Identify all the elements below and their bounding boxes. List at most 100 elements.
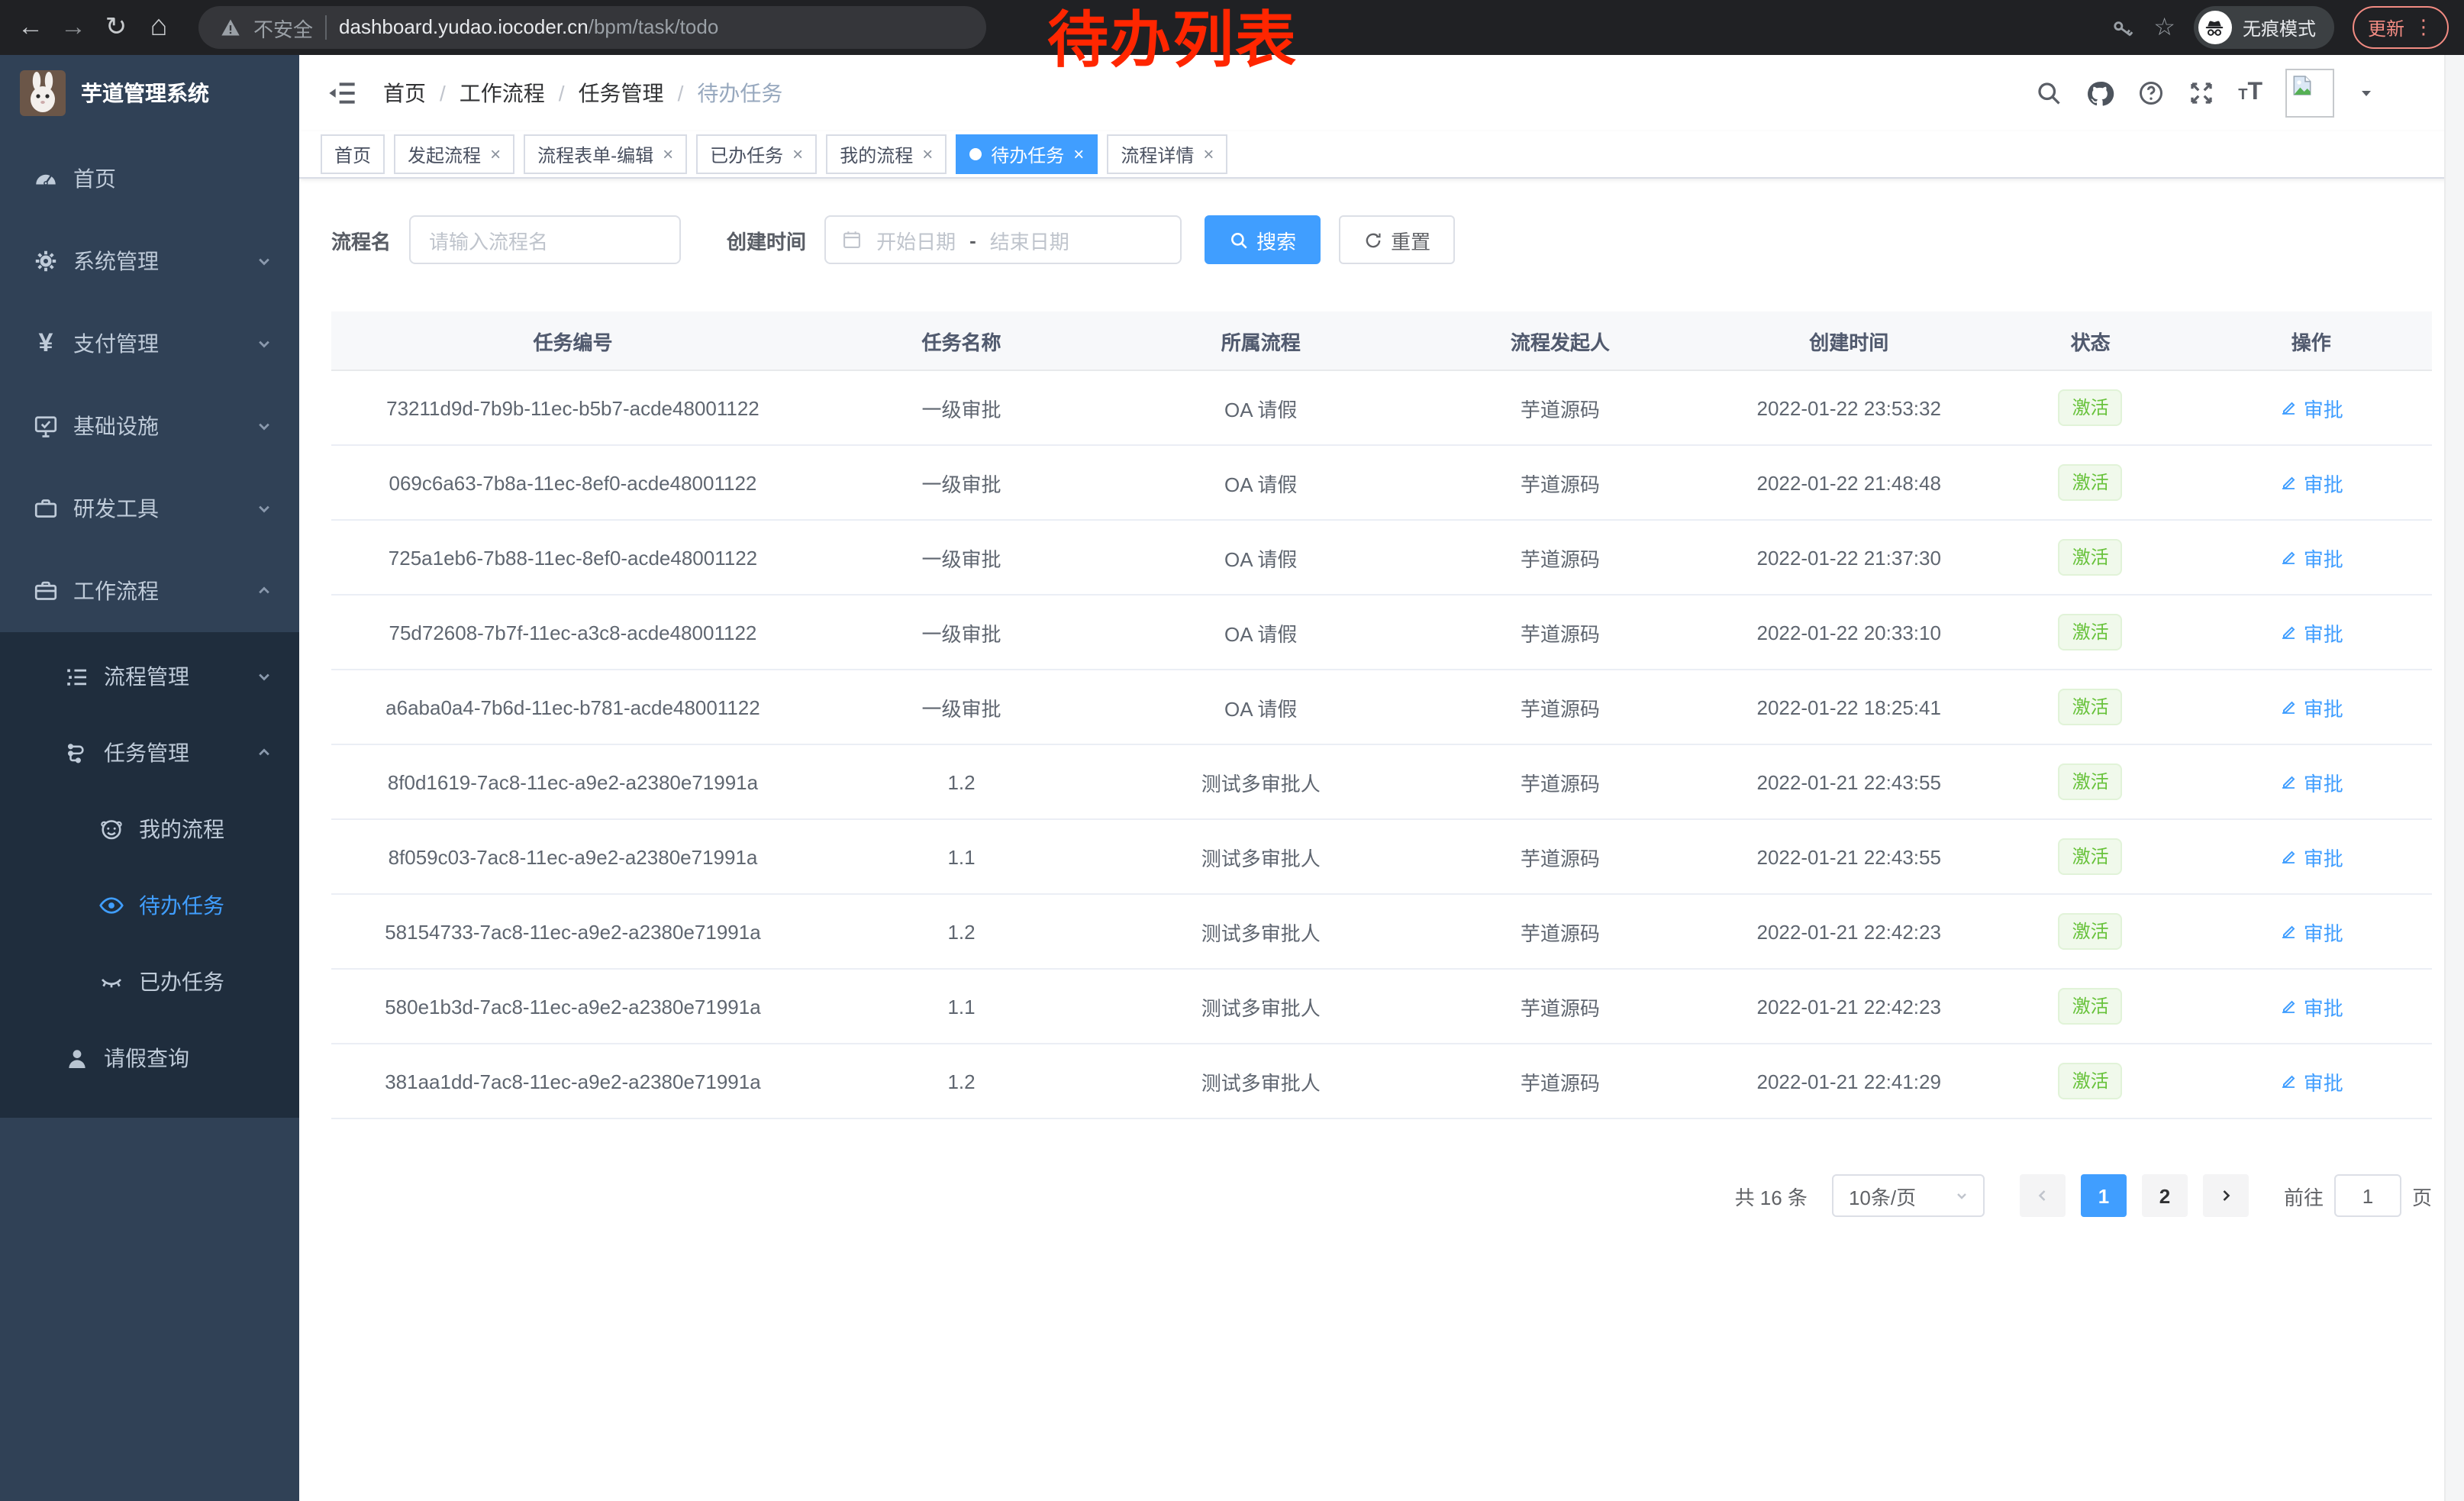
chevron-down-icon [253,415,275,437]
approve-link[interactable]: 审批 [2279,543,2343,572]
approve-link[interactable]: 审批 [2279,1067,2343,1096]
approve-link[interactable]: 审批 [2279,692,2343,721]
status-badge: 激活 [2059,763,2123,800]
sidebar-item-system[interactable]: 系统管理 [0,220,299,302]
logo-avatar [20,70,66,116]
edit-icon [2279,847,2298,866]
sidebar-item-leave-query[interactable]: 请假查询 [0,1020,299,1096]
task-name-cell: 1.1 [814,969,1108,1044]
date-range-picker[interactable]: 开始日期 - 结束日期 [824,215,1182,264]
approve-link[interactable]: 审批 [2279,992,2343,1021]
tab-process-detail[interactable]: 流程详情× [1107,134,1227,174]
list-tree-icon [64,663,90,689]
goto-unit: 页 [2412,1181,2432,1210]
task-id-cell: 8f059c03-7ac8-11ec-a9e2-a2380e71991a [331,819,814,894]
calendar-icon [841,229,863,250]
create-time-cell: 2022-01-21 22:42:23 [1707,894,1991,969]
close-icon[interactable]: × [792,145,803,163]
process-cell: 测试多审批人 [1108,819,1413,894]
status-badge: 激活 [2059,464,2123,501]
close-icon[interactable]: × [922,145,933,163]
face-icon [98,815,125,843]
page-size-select[interactable]: 10条/页 [1832,1174,1985,1217]
browser-forward-icon[interactable]: → [52,12,95,43]
col-create-time: 创建时间 [1707,311,1991,370]
sidebar-collapse-icon[interactable] [327,78,357,108]
close-icon[interactable]: × [1073,145,1084,163]
tab-home[interactable]: 首页 [321,134,385,174]
close-icon[interactable]: × [663,145,673,163]
sidebar-item-process-mgmt[interactable]: 流程管理 [0,638,299,715]
fullscreen-icon[interactable] [2188,79,2215,107]
app-logo: 芋道管理系统 [0,55,299,131]
sidebar-item-devtools[interactable]: 研发工具 [0,467,299,550]
sidebar-item-label: 支付管理 [73,328,159,359]
bookmark-star-icon[interactable]: ☆ [2153,12,2175,43]
close-icon[interactable]: × [490,145,501,163]
status-badge: 激活 [2059,614,2123,650]
search-icon[interactable] [2035,79,2062,107]
page-button-2[interactable]: 2 [2142,1174,2188,1217]
sidebar-item-workflow[interactable]: 工作流程 [0,550,299,632]
sidebar-item-task-mgmt[interactable]: 任务管理 [0,715,299,791]
reset-button[interactable]: 重置 [1339,215,1455,264]
page-button-1[interactable]: 1 [2081,1174,2127,1217]
github-icon[interactable] [2085,79,2114,108]
end-date-placeholder: 结束日期 [990,225,1069,254]
sidebar-item-label: 系统管理 [73,246,159,276]
table-row: a6aba0a4-7b6d-11ec-b781-acde48001122 一级审… [331,670,2432,744]
sidebar-item-payment[interactable]: ¥ 支付管理 [0,302,299,385]
chevron-down-icon [253,498,275,519]
approve-link[interactable]: 审批 [2279,393,2343,422]
sidebar-item-infra[interactable]: 基础设施 [0,385,299,467]
avatar[interactable] [2285,69,2334,118]
browser-home-icon[interactable]: ⌂ [137,11,180,44]
starter-cell: 芋道源码 [1413,1044,1707,1118]
tab-start-process[interactable]: 发起流程× [394,134,514,174]
status-badge: 激活 [2059,539,2123,576]
create-time-cell: 2022-01-22 21:48:48 [1707,445,1991,520]
approve-link[interactable]: 审批 [2279,917,2343,946]
scrollbar[interactable] [2444,55,2464,1501]
warning-icon [220,17,241,38]
breadcrumb-task-mgmt[interactable]: 任务管理 [579,78,664,108]
breadcrumb-home[interactable]: 首页 [383,78,426,108]
tab-form-edit[interactable]: 流程表单-编辑× [524,134,687,174]
approve-link[interactable]: 审批 [2279,767,2343,796]
page-content: 流程名 请输入流程名 创建时间 开始日期 - 结束日期 搜索 重置 [299,179,2464,1217]
security-label: 不安全 [253,13,313,42]
address-bar[interactable]: 不安全 dashboard.yudao.iocoder.cn/bpm/task/… [198,6,986,49]
approve-link[interactable]: 审批 [2279,842,2343,871]
browser-menu-icon[interactable]: ⋮ [2414,15,2433,40]
tab-todo-tasks[interactable]: 待办任务× [956,134,1098,174]
sidebar-item-home[interactable]: 首页 [0,137,299,220]
caret-down-icon[interactable] [2357,84,2375,102]
prev-page-button[interactable] [2020,1174,2066,1217]
sidebar-item-todo-tasks[interactable]: 待办任务 [0,867,299,944]
key-icon[interactable] [2109,15,2135,40]
process-name-input[interactable]: 请输入流程名 [409,215,681,264]
tab-done-tasks[interactable]: 已办任务× [696,134,817,174]
approve-link[interactable]: 审批 [2279,468,2343,497]
approve-link[interactable]: 审批 [2279,618,2343,647]
filter-bar: 流程名 请输入流程名 创建时间 开始日期 - 结束日期 搜索 重置 [331,215,2432,264]
help-icon[interactable] [2137,79,2165,107]
tab-my-process[interactable]: 我的流程× [826,134,947,174]
goto-page-input[interactable] [2334,1174,2401,1217]
chevron-down-icon [1953,1186,1971,1205]
approve-label: 审批 [2304,393,2343,422]
col-task-name: 任务名称 [814,311,1108,370]
update-label: 更新 [2368,15,2404,40]
browser-back-icon[interactable]: ← [9,12,52,43]
font-size-icon[interactable]: TT [2238,79,2262,107]
sidebar-item-done-tasks[interactable]: 已办任务 [0,944,299,1020]
start-date-placeholder: 开始日期 [876,225,956,254]
close-icon[interactable]: × [1203,145,1214,163]
search-button[interactable]: 搜索 [1205,215,1321,264]
browser-reload-icon[interactable]: ↻ [95,12,137,43]
sidebar-item-my-process[interactable]: 我的流程 [0,791,299,867]
next-page-button[interactable] [2203,1174,2249,1217]
approve-label: 审批 [2304,917,2343,946]
browser-update-button[interactable]: 更新 ⋮ [2353,6,2449,49]
breadcrumb-workflow[interactable]: 工作流程 [460,78,545,108]
